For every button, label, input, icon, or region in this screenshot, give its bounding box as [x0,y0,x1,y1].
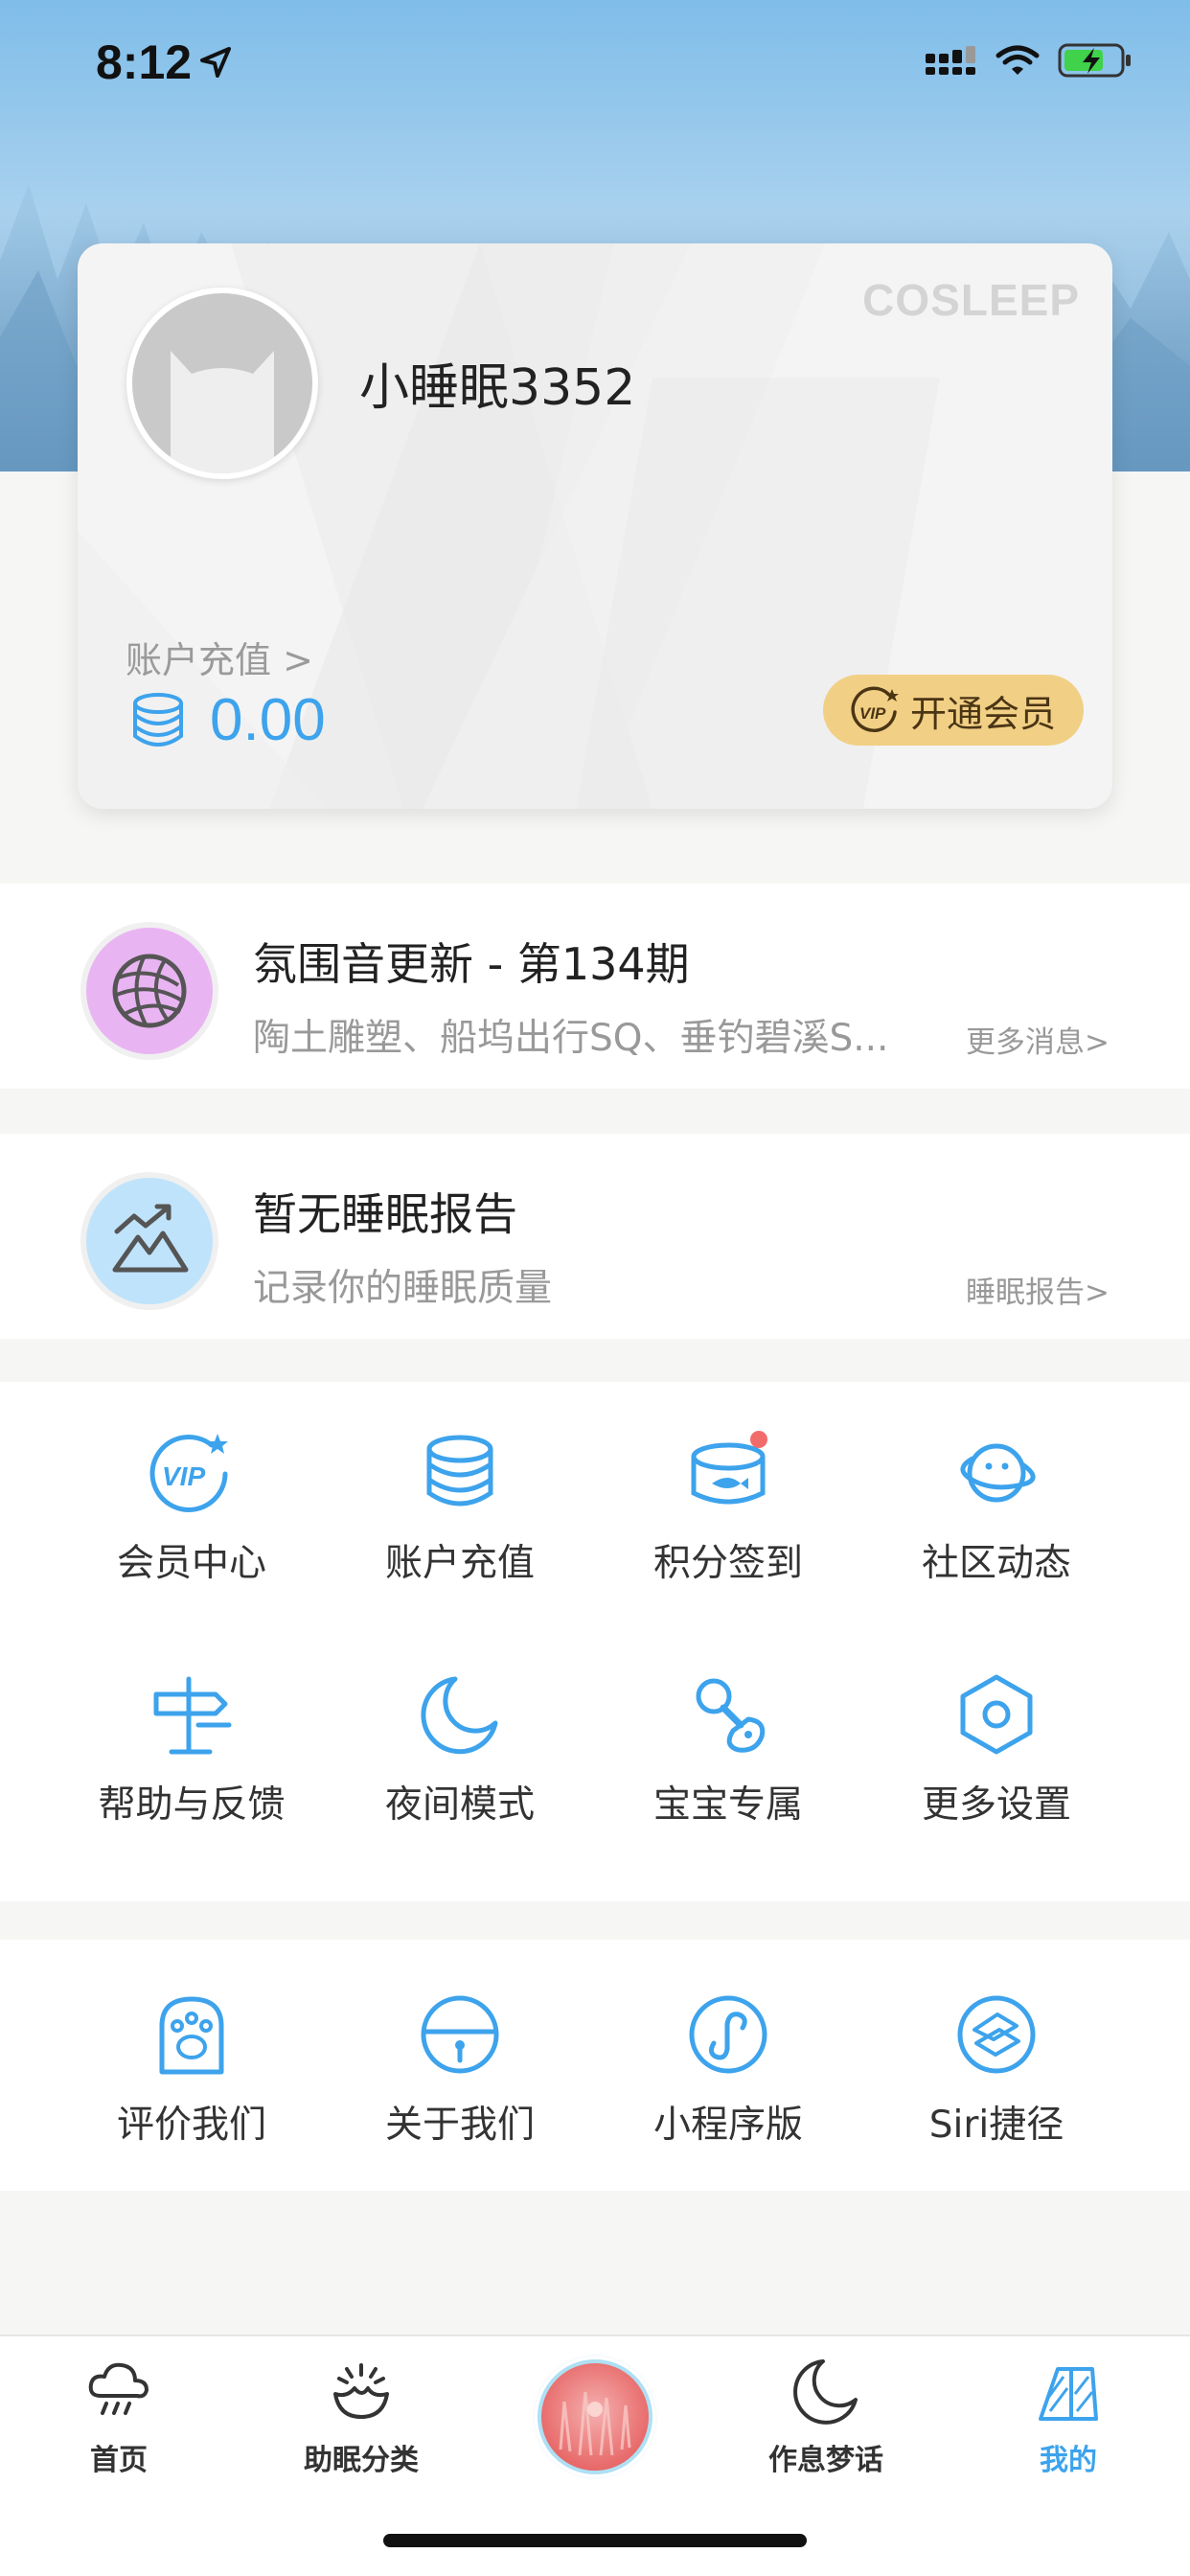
default-cat-avatar-icon [171,351,274,473]
player-disc-button[interactable] [538,2359,652,2474]
shortcut-icon [957,1995,1036,2074]
grid-item-night-mode[interactable]: 夜间模式 [326,1671,594,1828]
paw-icon [159,1996,224,2075]
sleep-report-link[interactable]: 睡眠报告> [966,1268,1110,1311]
grid-item-vip-center[interactable]: VIP 会员中心 [57,1430,326,1587]
yarn-ball-icon [112,954,187,1028]
mountain-chart-icon [112,1204,189,1273]
balance-value: 0.00 [210,687,326,753]
grid-item-more-settings[interactable]: 更多设置 [862,1671,1131,1828]
coins-icon [426,1435,493,1506]
home-indicator [383,2534,807,2547]
player-disc-icon [559,2391,631,2456]
bowl-icon [333,2363,389,2419]
profile-tab-icon [1039,2367,1098,2421]
grid-label: 宝宝专属 [652,1783,803,1827]
status-time: 8:12 [96,35,193,89]
grid-item-siri-shortcut[interactable]: Siri捷径 [862,1991,1131,2149]
grid-label: 社区动态 [921,1542,1071,1585]
profile-card[interactable]: COSLEEP 小睡眠3352 账户充值 > 0.00 VIP 开通会员 [78,243,1112,809]
balance-row[interactable]: 0.00 [131,686,326,754]
grid-label: 会员中心 [116,1542,266,1585]
extra-grid: 评价我们 关于我们 小程序版 Siri捷径 [0,1940,1190,2191]
planet-icon [960,1443,1036,1503]
wifi-icon [995,45,1040,75]
grid-label: 帮助与反馈 [98,1783,286,1827]
moon-icon [421,1676,498,1755]
svg-text:VIP: VIP [162,1461,205,1491]
can-icon [691,1431,767,1505]
grid-item-baby[interactable]: 宝宝专属 [594,1671,862,1828]
grid-item-points-checkin[interactable]: 积分签到 [594,1430,862,1587]
username[interactable]: 小睡眠3352 [359,347,635,419]
grid-label: 评价我们 [116,2104,266,2147]
news-update-row[interactable]: 氛围音更新 - 第134期 陶土雕塑、船坞出行SQ、垂钓碧溪S... 更多消息> [0,884,1190,1089]
grid-item-account-recharge[interactable]: 账户充值 [326,1430,594,1587]
tab-bar: 首页 助眠分类 作息梦话 我的 [0,2334,1190,2576]
vip-icon: VIP [149,1434,228,1512]
grid-item-rate-us[interactable]: 评价我们 [57,1991,326,2149]
tab-label: 首页 [90,2444,148,2477]
bell-icon [421,1995,499,2074]
status-bar: 8:12 [0,0,1190,126]
location-arrow-icon [200,47,231,78]
hexagon-settings-icon [960,1674,1033,1755]
svg-text:VIP: VIP [859,704,886,723]
battery-charging-icon [1058,43,1131,78]
report-avatar [80,1172,218,1310]
mini-program-icon [689,1995,767,2074]
brand-logo: COSLEEP [862,275,1080,325]
news-title: 氛围音更新 - 第134期 [253,938,690,990]
grid-label: Siri捷径 [928,2104,1064,2147]
news-avatar [80,922,218,1060]
vip-badge-icon: VIP [851,686,899,732]
tab-label: 我的 [1040,2444,1097,2477]
more-messages-link[interactable]: 更多消息> [966,1018,1110,1061]
open-vip-button[interactable]: VIP 开通会员 [823,675,1084,746]
news-subtitle: 陶土雕塑、船坞出行SQ、垂钓碧溪S... [253,1017,889,1060]
grid-item-mini-program[interactable]: 小程序版 [594,1991,862,2149]
grid-item-help-feedback[interactable]: 帮助与反馈 [57,1671,326,1828]
pacifier-icon [696,1678,766,1753]
report-subtitle: 记录你的睡眠质量 [253,1267,553,1310]
grid-label: 积分签到 [652,1542,803,1585]
tab-label: 作息梦话 [768,2444,883,2477]
open-vip-label: 开通会员 [909,692,1056,735]
avatar[interactable] [126,288,318,479]
grid-label: 更多设置 [921,1783,1071,1827]
signpost-icon [153,1676,232,1755]
function-grid: VIP 会员中心 账户充值 积分签到 社区动态 帮助与反馈 夜间模式 宝宝专属 … [0,1382,1190,1901]
grid-item-about-us[interactable]: 关于我们 [326,1991,594,2149]
cellular-signal-icon [926,46,975,75]
tab-mine[interactable]: 我的 [973,2356,1164,2478]
coins-icon [133,692,183,747]
grid-label: 关于我们 [384,2104,535,2147]
tab-home[interactable]: 首页 [23,2356,215,2478]
grid-label: 夜间模式 [384,1783,535,1827]
sleep-report-row[interactable]: 暂无睡眠报告 记录你的睡眠质量 睡眠报告> [0,1134,1190,1339]
grid-label: 账户充值 [384,1542,535,1585]
tab-sleep-category[interactable]: 助眠分类 [265,2356,457,2478]
tab-routine-dreamtalk[interactable]: 作息梦话 [730,2356,922,2478]
grid-item-community[interactable]: 社区动态 [862,1430,1131,1587]
grid-label: 小程序版 [652,2104,803,2147]
tab-label: 助眠分类 [304,2444,419,2477]
account-recharge-link[interactable]: 账户充值 > [126,631,313,683]
moon-icon [793,2359,858,2425]
report-title: 暂无睡眠报告 [253,1188,517,1240]
rain-cloud-icon [88,2362,149,2415]
